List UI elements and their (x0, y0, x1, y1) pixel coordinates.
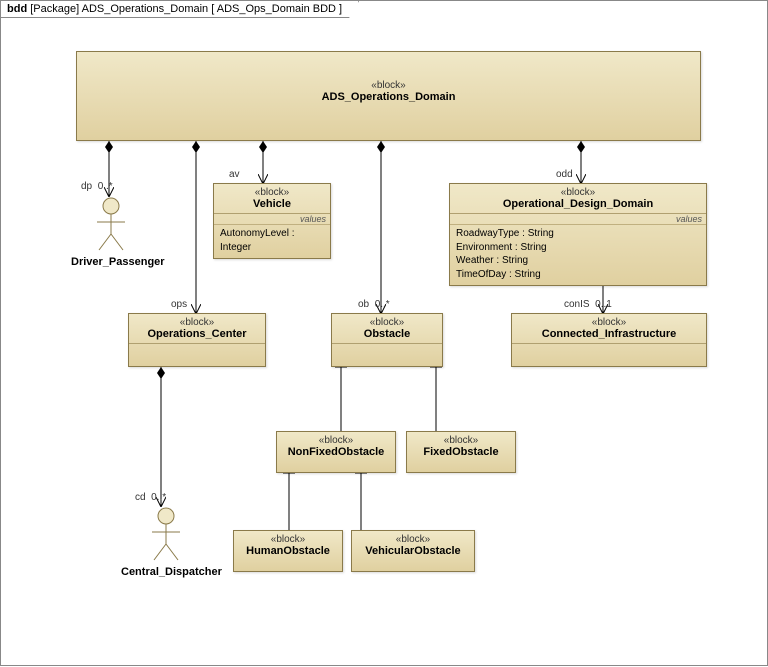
block-name: HumanObstacle (238, 545, 338, 557)
frame-kind: bdd (7, 3, 27, 15)
attrs: RoadwayType : String Environment : Strin… (450, 225, 706, 285)
actor-icon (91, 196, 131, 254)
diagram-frame: bdd [Package] ADS_Operations_Domain [ AD… (0, 0, 768, 666)
stereotype: «block» (81, 80, 696, 91)
frame-package-name: ADS_Operations_Domain (82, 3, 209, 15)
role-ops: ops (171, 299, 187, 310)
block-connected-infrastructure: «block» Connected_Infrastructure (511, 313, 707, 367)
actor-label: Driver_Passenger (71, 256, 151, 268)
block-human-obstacle: «block» HumanObstacle (233, 530, 343, 572)
stereotype: «block» (238, 534, 338, 545)
block-ads-operations-domain: «block» ADS_Operations_Domain (76, 51, 701, 141)
block-name: Obstacle (336, 328, 438, 340)
stereotype: «block» (454, 187, 702, 198)
attr: Environment : String (456, 241, 700, 255)
block-name: Vehicle (218, 198, 326, 210)
stereotype: «block» (516, 317, 702, 328)
attr: Weather : String (456, 254, 700, 268)
role-ob: ob 0..* (358, 299, 390, 310)
attr: TimeOfDay : String (456, 268, 700, 282)
actor-driver-passenger: Driver_Passenger (71, 196, 151, 268)
block-vehicle: «block» Vehicle values AutonomyLevel : I… (213, 183, 331, 259)
section-label: values (450, 214, 706, 225)
block-name: FixedObstacle (411, 446, 511, 458)
actor-label: Central_Dispatcher (121, 566, 211, 578)
stereotype: «block» (411, 435, 511, 446)
role-av: av (229, 169, 240, 180)
block-name: VehicularObstacle (356, 545, 470, 557)
stereotype: «block» (281, 435, 391, 446)
role-cd: cd 0..* (135, 492, 166, 503)
block-operations-center: «block» Operations_Center (128, 313, 266, 367)
block-name: Connected_Infrastructure (516, 328, 702, 340)
actor-icon (146, 506, 186, 564)
section-label: values (214, 214, 330, 225)
frame-package-label: [Package] (30, 3, 79, 15)
actor-central-dispatcher: Central_Dispatcher (121, 506, 211, 578)
block-nonfixed-obstacle: «block» NonFixedObstacle (276, 431, 396, 473)
attr: RoadwayType : String (456, 227, 700, 241)
block-operational-design-domain: «block» Operational_Design_Domain values… (449, 183, 707, 286)
block-name: ADS_Operations_Domain (81, 91, 696, 103)
stereotype: «block» (356, 534, 470, 545)
attrs: AutonomyLevel : Integer (214, 225, 330, 258)
block-name: NonFixedObstacle (281, 446, 391, 458)
block-name: Operational_Design_Domain (454, 198, 702, 210)
role-dp: dp 0..* (81, 181, 113, 192)
block-name: Operations_Center (133, 328, 261, 340)
frame-diagram-name: ADS_Ops_Domain BDD (217, 3, 336, 15)
block-vehicular-obstacle: «block» VehicularObstacle (351, 530, 475, 572)
block-fixed-obstacle: «block» FixedObstacle (406, 431, 516, 473)
block-obstacle: «block» Obstacle (331, 313, 443, 367)
stereotype: «block» (218, 187, 326, 198)
stereotype: «block» (133, 317, 261, 328)
frame-tab: bdd [Package] ADS_Operations_Domain [ AD… (1, 1, 359, 18)
role-conis: conIS 0..1 (564, 299, 612, 310)
role-odd: odd (556, 169, 573, 180)
stereotype: «block» (336, 317, 438, 328)
attr: AutonomyLevel : Integer (220, 227, 324, 254)
